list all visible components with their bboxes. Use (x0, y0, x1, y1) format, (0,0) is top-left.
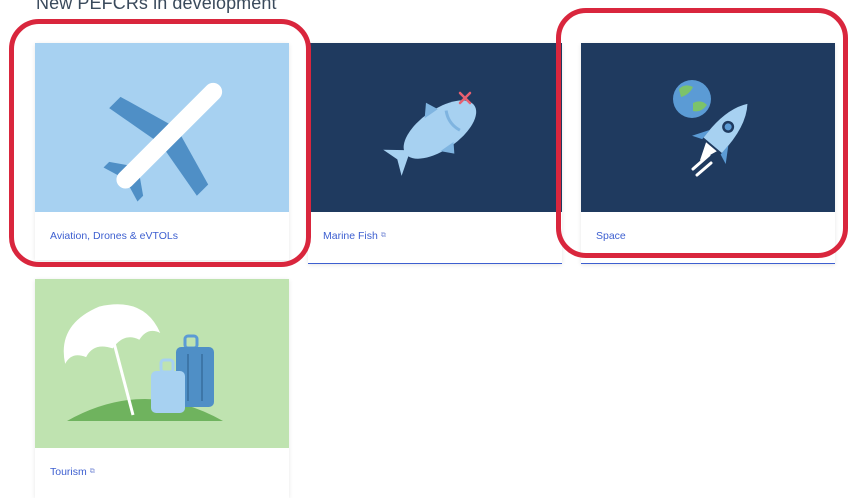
fish-icon (383, 91, 477, 176)
card-tourism[interactable]: Tourism ⧉ (35, 279, 289, 498)
card-space-thumbnail (581, 43, 835, 212)
card-marine-fish-thumbnail (308, 43, 562, 212)
airplane-icon (103, 82, 223, 202)
external-link-icon: ⧉ (89, 468, 95, 475)
card-marine-fish-label: Marine Fish (323, 230, 378, 242)
card-marine-fish-underline (308, 262, 562, 264)
card-aviation[interactable]: Aviation, Drones & eVTOLs (35, 43, 289, 260)
card-tourism-label: Tourism (50, 466, 87, 478)
external-link-icon: ⧉ (380, 232, 386, 239)
card-tourism-link[interactable]: Tourism ⧉ (35, 448, 289, 496)
card-aviation-label: Aviation, Drones & eVTOLs (50, 230, 179, 242)
card-aviation-thumbnail (35, 43, 289, 212)
card-tourism-thumbnail (35, 279, 289, 448)
section-title: New PEFCRs in development (36, 0, 277, 13)
rocket-icon (673, 80, 748, 177)
card-space-label: Space (596, 230, 626, 242)
card-marine-fish-link[interactable]: Marine Fish ⧉ (308, 212, 562, 260)
card-space-link[interactable]: Space (581, 212, 835, 260)
card-marine-fish[interactable]: Marine Fish ⧉ (308, 43, 562, 264)
card-aviation-link[interactable]: Aviation, Drones & eVTOLs (35, 212, 289, 260)
card-space[interactable]: Space (581, 43, 835, 264)
beach-luggage-icon (63, 304, 223, 421)
card-space-underline (581, 262, 835, 264)
